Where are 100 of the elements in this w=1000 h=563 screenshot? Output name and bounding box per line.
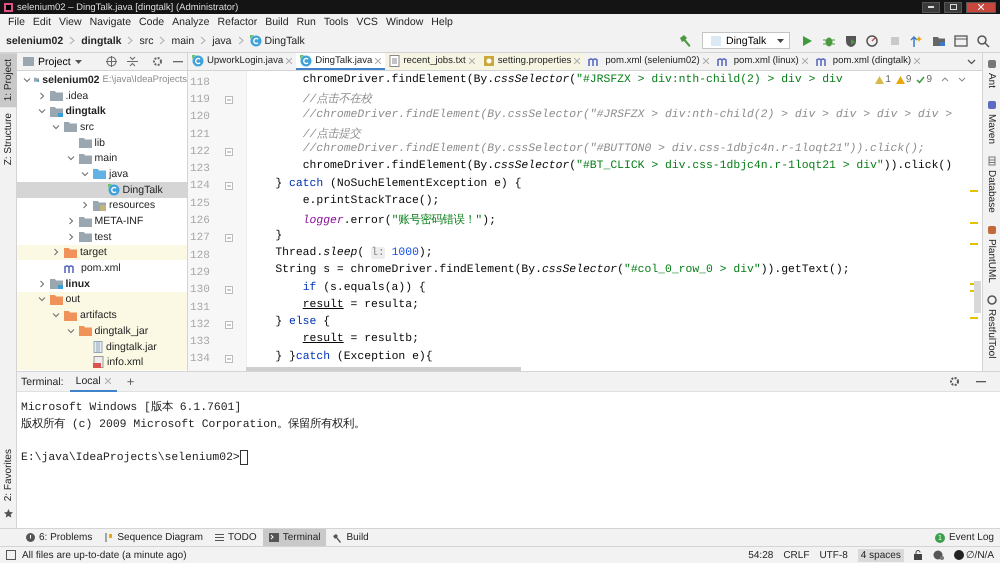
tool-window-tab[interactable]: RestfulTool (983, 288, 1000, 364)
maximize-button[interactable] (944, 2, 962, 12)
breadcrumb[interactable]: DingTalk (250, 34, 305, 46)
tree-item[interactable]: artifacts (17, 307, 187, 323)
fold-icon[interactable] (225, 320, 233, 329)
editor-tab[interactable]: DingTalk.java (296, 53, 386, 70)
tool-window-tab[interactable]: 2: Favorites (0, 442, 16, 507)
menu-item[interactable]: Refactor (214, 16, 262, 28)
tool-window-tab[interactable]: 1: Project (0, 53, 16, 108)
fold-icon[interactable] (225, 182, 233, 190)
breadcrumb[interactable]: dingtalk (81, 34, 122, 46)
menu-item[interactable]: Analyze (168, 16, 214, 28)
hammer-icon[interactable] (678, 34, 692, 48)
tool-window-tab[interactable]: TODO (208, 529, 263, 546)
minimize-button[interactable] (922, 2, 940, 12)
minimize-icon[interactable] (173, 60, 183, 62)
tree-item[interactable]: lib (17, 134, 187, 150)
tool-window-tab[interactable]: Database (983, 150, 1000, 219)
tree-item[interactable]: linux (17, 276, 187, 292)
menu-item[interactable]: Edit (28, 16, 56, 28)
cursor-position[interactable]: 54:28 (748, 550, 774, 560)
gauge-icon[interactable] (866, 34, 880, 48)
tree-item[interactable]: resources (17, 198, 187, 214)
add-tab-button[interactable]: + (122, 374, 138, 389)
editor-tab[interactable]: recent_jobs.txt (385, 53, 479, 70)
tool-window-tab[interactable]: Build (326, 529, 375, 546)
inspector-icon[interactable] (932, 550, 944, 560)
settings-icon[interactable] (152, 56, 163, 67)
chevron-up-icon[interactable] (941, 77, 949, 82)
scrollbar-thumb[interactable] (246, 367, 521, 371)
close-button[interactable] (966, 2, 996, 12)
target-icon[interactable] (106, 56, 117, 67)
shield-icon[interactable] (844, 34, 858, 48)
tree-item[interactable]: selenium02 E:\java\IdeaProjects (17, 72, 187, 88)
tree-item[interactable]: out (17, 292, 187, 308)
inspection-count[interactable]: 9 (896, 74, 912, 85)
warning-marker[interactable] (970, 317, 978, 319)
tool-window-tab[interactable]: Ant (983, 53, 1000, 94)
fold-icon[interactable] (225, 286, 233, 294)
tree-item[interactable]: main (17, 150, 187, 166)
menu-item[interactable]: View (55, 16, 86, 28)
tool-window-tab[interactable]: Z: Structure (0, 107, 16, 172)
tree-item[interactable]: pom.xml (17, 260, 187, 276)
vcs-branch[interactable]: ∅/N/A (954, 550, 994, 560)
tree-item[interactable]: .idea (17, 88, 187, 104)
tree-item[interactable]: DingTalk (17, 182, 187, 198)
panel-toggle-icon[interactable] (6, 550, 16, 560)
fold-icon[interactable] (225, 148, 233, 156)
tool-window-tab[interactable]: Sequence Diagram (98, 529, 209, 546)
tree-item[interactable]: dingtalk_jar (17, 323, 187, 339)
inspection-count[interactable]: 9 (916, 74, 932, 85)
tree-item[interactable]: dingtalk (17, 103, 187, 120)
menu-item[interactable]: Help (427, 16, 457, 28)
tool-window-tab[interactable]: Terminal (262, 529, 326, 546)
window-icon[interactable] (954, 34, 968, 48)
menu-item[interactable]: Navigate (86, 16, 136, 28)
line-separator[interactable]: CRLF (783, 550, 810, 560)
editor-tab[interactable]: setting.properties (478, 53, 584, 70)
tree-item[interactable]: java (17, 166, 187, 182)
tool-window-tab[interactable]: 6: Problems (20, 529, 98, 546)
tree-item[interactable]: info.xml (17, 354, 187, 370)
menu-item[interactable]: Build (261, 16, 293, 28)
breadcrumb[interactable]: src (139, 34, 154, 46)
run-icon[interactable] (800, 34, 814, 48)
breadcrumb[interactable]: main (171, 34, 194, 46)
menu-item[interactable]: Window (382, 16, 428, 28)
collapse-icon[interactable] (127, 56, 138, 67)
chevron-down-icon[interactable] (967, 58, 976, 64)
update-icon[interactable] (910, 34, 924, 48)
search-icon[interactable] (976, 34, 990, 48)
lock-icon[interactable] (914, 550, 923, 560)
tree-item[interactable]: target (17, 244, 187, 260)
menu-item[interactable]: File (4, 16, 29, 28)
session-tab[interactable]: Local (70, 372, 117, 392)
settings-icon[interactable] (949, 376, 960, 387)
tool-window-tab[interactable]: PlantUML (983, 218, 1000, 289)
inspection-count[interactable]: 1 (875, 74, 891, 85)
warning-marker[interactable] (970, 222, 978, 224)
chevron-down-icon[interactable] (958, 77, 966, 82)
indent-setting[interactable]: 4 spaces (858, 548, 904, 562)
breadcrumb[interactable]: java (212, 34, 232, 46)
fold-icon[interactable] (225, 96, 233, 104)
breadcrumb[interactable]: selenium02 (6, 34, 64, 46)
menu-item[interactable]: Code (135, 16, 168, 28)
fold-icon[interactable] (225, 234, 233, 242)
menu-item[interactable]: Tools (320, 16, 352, 28)
tree-item[interactable]: test (17, 228, 187, 245)
tree-item[interactable]: META-INF (17, 213, 187, 229)
scrollbar-thumb[interactable] (974, 281, 981, 313)
file-encoding[interactable]: UTF-8 (819, 550, 848, 560)
close-icon[interactable] (375, 58, 382, 64)
tree-item[interactable]: src (17, 119, 187, 135)
fold-icon[interactable] (225, 355, 233, 364)
run-configuration-dropdown[interactable]: DingTalk (702, 32, 790, 49)
warning-marker[interactable] (970, 190, 978, 192)
tool-window-tab[interactable]: Maven (983, 94, 1000, 150)
minimize-icon[interactable] (976, 380, 986, 382)
menu-item[interactable]: VCS (352, 16, 382, 28)
warning-marker[interactable] (970, 243, 978, 245)
tree-item[interactable]: dingtalk.jar (17, 338, 187, 354)
